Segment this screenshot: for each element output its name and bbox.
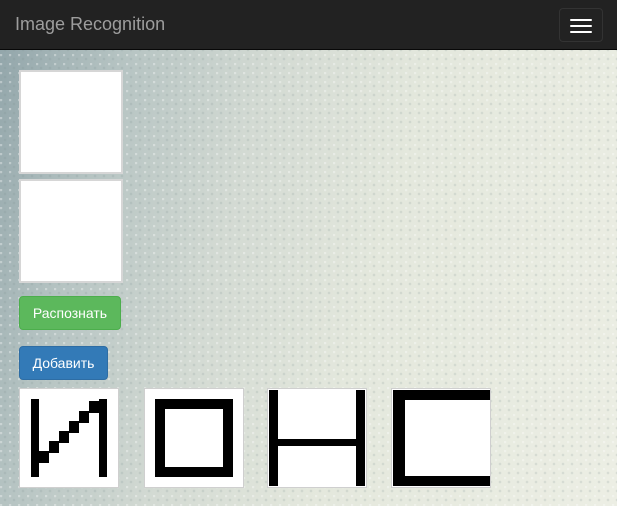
result-canvas [19, 179, 123, 283]
recognize-button[interactable]: Распознать [19, 296, 121, 330]
sample-letter-O[interactable] [144, 388, 244, 488]
navbar-brand[interactable]: Image Recognition [15, 13, 165, 35]
sample-letter-C[interactable] [391, 388, 491, 488]
drawing-canvas[interactable] [19, 70, 123, 174]
add-button[interactable]: Добавить [19, 346, 108, 380]
navbar: Image Recognition [0, 0, 617, 50]
sample-letter-N[interactable] [267, 388, 367, 488]
sample-letter-I[interactable] [19, 388, 119, 488]
navbar-toggle-button[interactable] [559, 8, 603, 42]
